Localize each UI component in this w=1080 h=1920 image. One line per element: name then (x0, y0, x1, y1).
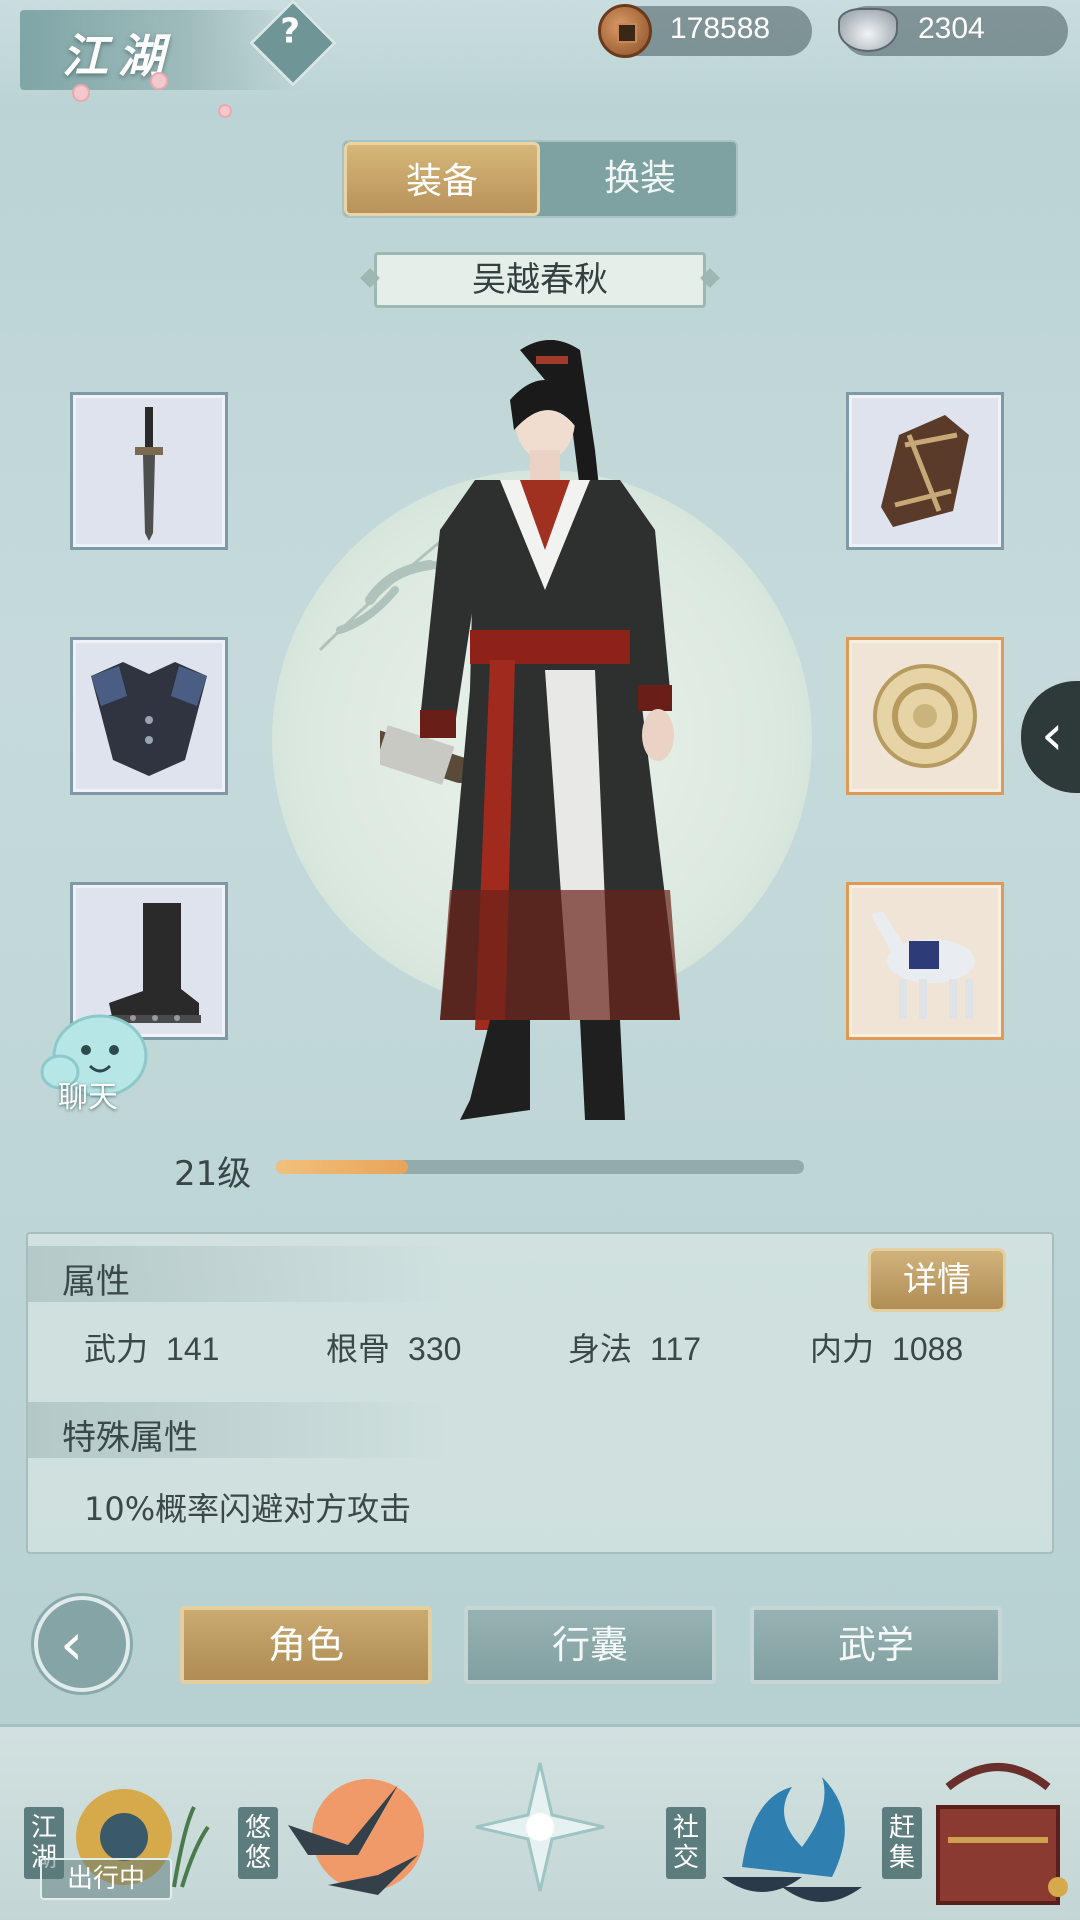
equip-tabs: 装备 换装 (342, 140, 738, 218)
attributes-title: 属性 (62, 1262, 130, 1302)
equip-slot-bracer[interactable] (846, 392, 1004, 550)
xp-progress-fill (276, 1160, 408, 1174)
copper-amount: 178588 (670, 12, 771, 45)
details-button[interactable]: 详情 (868, 1248, 1006, 1312)
copper-coin-icon (598, 4, 652, 58)
character-name: 吴越春秋 (374, 252, 706, 308)
equip-slot-armor[interactable] (70, 637, 228, 795)
compass-star-icon (475, 1762, 605, 1892)
stat-label: 身法 (568, 1330, 633, 1368)
stat-value: 1088 (892, 1331, 964, 1367)
chat-label[interactable]: 聊天 (58, 1072, 118, 1116)
action-character-button[interactable]: 角色 (180, 1606, 432, 1684)
swallow-birds-icon (288, 1779, 424, 1895)
nav-item-social[interactable]: 社交 (666, 1727, 866, 1920)
horse-mount-icon (871, 911, 975, 1019)
stat-agility: 身法 117 (568, 1324, 701, 1370)
action-martial-arts-button[interactable]: 武学 (750, 1606, 1002, 1684)
special-attributes-header: 特殊属性 (28, 1402, 448, 1458)
character-model[interactable] (380, 330, 720, 1130)
special-attribute-text: 10%概率闪避对方攻击 (84, 1490, 412, 1528)
stat-internal-power: 内力 1088 (810, 1324, 963, 1370)
stat-value: 330 (408, 1331, 462, 1367)
back-button[interactable]: ‹ (34, 1596, 130, 1692)
nav-item-center[interactable] (440, 1727, 640, 1920)
wave-bowls-icon (722, 1777, 862, 1902)
equip-slot-weapon[interactable] (70, 392, 228, 550)
copper-currency[interactable]: 178588 (598, 4, 812, 58)
stat-label: 内力 (810, 1330, 875, 1368)
market-basket-icon (936, 1763, 1068, 1905)
blossom-decoration-icon (72, 84, 90, 102)
action-inventory-button[interactable]: 行囊 (464, 1606, 716, 1684)
attributes-header: 属性 (28, 1246, 448, 1302)
stat-label: 武力 (84, 1330, 149, 1368)
nav-item-market[interactable]: 赶集 (882, 1727, 1080, 1920)
jade-pendant-icon (873, 664, 977, 768)
equip-slot-accessory[interactable] (846, 637, 1004, 795)
blossom-decoration-icon (150, 72, 168, 90)
silver-ingot-icon (838, 8, 898, 52)
special-attributes-title: 特殊属性 (62, 1418, 198, 1458)
nav-label: 赶集 (882, 1807, 922, 1879)
stat-constitution: 根骨 330 (326, 1324, 461, 1370)
tab-outfit[interactable]: 换装 (542, 142, 738, 216)
bracer-icon (881, 415, 969, 527)
chevron-left-icon: ‹ (1041, 703, 1064, 768)
nav-label: 社交 (666, 1807, 706, 1879)
chest-armor-icon (91, 662, 207, 776)
character-level: 21级 (174, 1154, 252, 1194)
stat-value: 141 (166, 1331, 220, 1367)
collapse-panel-button[interactable]: ‹ (1018, 678, 1080, 796)
travel-status-badge: 出行中 (40, 1858, 172, 1900)
sword-icon (135, 407, 163, 541)
stat-strength: 武力 141 (84, 1324, 219, 1370)
stat-value: 117 (650, 1331, 702, 1367)
silver-currency[interactable]: 2304 (838, 6, 1068, 56)
stat-label: 根骨 (326, 1330, 391, 1368)
silver-amount: 2304 (918, 12, 985, 45)
equip-slot-mount[interactable] (846, 882, 1004, 1040)
xp-progress-bar (276, 1160, 804, 1174)
tab-equipment[interactable]: 装备 (344, 142, 540, 216)
back-arrow-icon: ‹ (60, 1610, 84, 1678)
nav-item-youyou[interactable]: 悠悠 (238, 1727, 438, 1920)
attributes-panel: 属性 详情 武力 141 根骨 330 身法 117 内力 1088 特殊属性 10%概… (26, 1232, 1054, 1554)
help-icon: ? (280, 11, 300, 52)
petal-decoration-icon (218, 104, 232, 118)
